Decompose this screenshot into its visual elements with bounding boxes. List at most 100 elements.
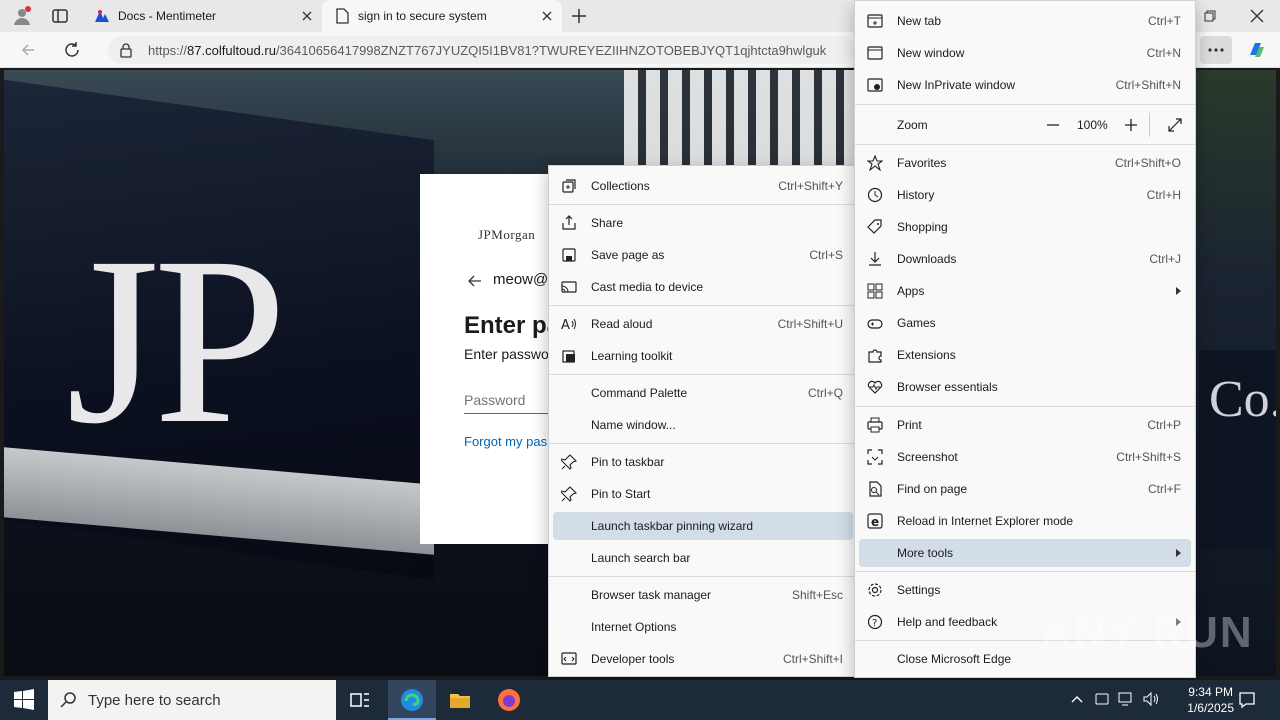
- lock-icon[interactable]: [118, 42, 134, 58]
- refresh-icon[interactable]: [63, 41, 81, 59]
- tab-actions-icon[interactable]: [50, 6, 70, 26]
- menu-item-browser-essentials[interactable]: Browser essentials: [859, 373, 1191, 401]
- zoom-value: 100%: [1077, 118, 1108, 132]
- menu-item-learning-toolkit[interactable]: Learning toolkit: [553, 342, 853, 370]
- menu-item-developer-tools[interactable]: Developer tools Ctrl+Shift+I: [553, 645, 853, 673]
- network-icon[interactable]: [1118, 691, 1136, 707]
- menu-item-new-tab[interactable]: New tab Ctrl+T: [859, 7, 1191, 35]
- menu-item-screenshot[interactable]: Screenshot Ctrl+Shift+S: [859, 443, 1191, 471]
- menu-item-pin-to-taskbar[interactable]: Pin to taskbar: [553, 448, 853, 476]
- restore-icon[interactable]: [1202, 8, 1218, 24]
- pin-icon: [561, 454, 577, 470]
- menu-item-reload-ie-mode[interactable]: e Reload in Internet Explorer mode: [859, 507, 1191, 535]
- menu-item-save-page-as[interactable]: Save page as Ctrl+S: [553, 241, 853, 269]
- back-icon[interactable]: [20, 42, 36, 58]
- menu-item-internet-options[interactable]: Internet Options: [553, 613, 853, 641]
- taskbar-edge-button[interactable]: [388, 680, 436, 720]
- copilot-icon[interactable]: [1246, 39, 1268, 61]
- back-arrow-icon[interactable]: [468, 274, 482, 288]
- more-tools-submenu: Collections Ctrl+Shift+Y Share Save page…: [548, 165, 858, 677]
- menu-item-favorites[interactable]: Favorites Ctrl+Shift+O: [859, 149, 1191, 177]
- menu-item-settings[interactable]: Settings: [859, 576, 1191, 604]
- settings-menu: New tab Ctrl+T New window Ctrl+N New InP…: [854, 0, 1196, 678]
- menu-item-new-window[interactable]: New window Ctrl+N: [859, 39, 1191, 67]
- close-tab-icon[interactable]: [540, 9, 554, 23]
- page-icon: [334, 8, 350, 24]
- collections-icon: [561, 178, 577, 194]
- menu-item-find-on-page[interactable]: Find on page Ctrl+F: [859, 475, 1191, 503]
- svg-text:e: e: [871, 515, 879, 529]
- find-icon: [867, 481, 883, 497]
- apps-icon: [867, 283, 883, 299]
- heart-pulse-icon: [867, 379, 883, 395]
- svg-text:?: ?: [872, 618, 877, 629]
- zoom-label: Zoom: [897, 118, 928, 132]
- menu-item-history[interactable]: History Ctrl+H: [859, 181, 1191, 209]
- puzzle-icon: [867, 347, 883, 363]
- taskbar-search[interactable]: Type here to search: [48, 680, 336, 720]
- screenshot-icon: [867, 449, 883, 465]
- file-explorer-icon[interactable]: [448, 688, 472, 712]
- fullscreen-icon[interactable]: [1167, 117, 1183, 133]
- menu-item-launch-search-bar[interactable]: Launch search bar: [553, 544, 853, 572]
- pin-icon: [561, 486, 577, 502]
- menu-item-print[interactable]: Print Ctrl+P: [859, 411, 1191, 439]
- menu-item-collections[interactable]: Collections Ctrl+Shift+Y: [553, 172, 853, 200]
- gamepad-icon: [867, 315, 883, 331]
- help-icon: ?: [867, 614, 883, 630]
- forgot-password-link[interactable]: Forgot my pas: [464, 434, 547, 449]
- new-tab-plus-icon[interactable]: [570, 7, 588, 25]
- background-co-letters: Co.: [1209, 371, 1276, 428]
- meet-now-icon[interactable]: [1094, 691, 1110, 707]
- background-building: [624, 70, 864, 170]
- menu-item-extensions[interactable]: Extensions: [859, 341, 1191, 369]
- notification-icon[interactable]: [1238, 691, 1256, 709]
- tab-docs-mentimeter[interactable]: Docs - Mentimeter: [84, 0, 322, 32]
- menu-item-browser-task-manager[interactable]: Browser task manager Shift+Esc: [553, 581, 853, 609]
- account-email: meow@: [493, 271, 549, 288]
- menu-item-downloads[interactable]: Downloads Ctrl+J: [859, 245, 1191, 273]
- menu-item-name-window[interactable]: Name window...: [553, 411, 853, 439]
- subtitle: Enter passwo: [464, 346, 549, 362]
- cast-icon: [561, 279, 577, 295]
- menu-item-more-tools[interactable]: More tools: [859, 539, 1191, 567]
- address-bar[interactable]: https://87.colfultoud.ru/36410656417998Z…: [108, 36, 856, 64]
- mentimeter-icon: [94, 8, 110, 24]
- history-icon: [867, 187, 883, 203]
- save-icon: [561, 247, 577, 263]
- chevron-up-icon[interactable]: [1070, 694, 1084, 704]
- menu-item-cast-media[interactable]: Cast media to device: [553, 273, 853, 301]
- close-tab-icon[interactable]: [300, 9, 314, 23]
- more-dots-icon: [1208, 48, 1224, 52]
- menu-item-new-inprivate-window[interactable]: New InPrivate window Ctrl+Shift+N: [859, 71, 1191, 99]
- password-field[interactable]: [464, 386, 560, 414]
- menu-item-apps[interactable]: Apps: [859, 277, 1191, 305]
- clock[interactable]: 9:34 PM 1/6/2025: [1187, 684, 1234, 716]
- profile-icon[interactable]: [12, 6, 32, 26]
- tab-sign-in[interactable]: sign in to secure system: [322, 0, 562, 32]
- menu-item-command-palette[interactable]: Command Palette Ctrl+Q: [553, 379, 853, 407]
- chevron-right-icon: [1176, 287, 1181, 295]
- share-icon: [561, 215, 577, 231]
- menu-item-shopping[interactable]: Shopping: [859, 213, 1191, 241]
- firefox-icon[interactable]: [497, 688, 521, 712]
- menu-item-share[interactable]: Share: [553, 209, 853, 237]
- search-placeholder: Type here to search: [88, 692, 221, 709]
- task-view-icon[interactable]: [348, 688, 372, 712]
- clock-date: 1/6/2025: [1187, 701, 1234, 715]
- tab-title: sign in to secure system: [358, 9, 487, 23]
- zoom-row: Zoom 100%: [859, 109, 1191, 141]
- menu-item-read-aloud[interactable]: A Read aloud Ctrl+Shift+U: [553, 310, 853, 338]
- zoom-in-button[interactable]: [1123, 117, 1139, 133]
- menu-item-pin-to-start[interactable]: Pin to Start: [553, 480, 853, 508]
- tag-icon: [867, 219, 883, 235]
- volume-icon[interactable]: [1142, 691, 1160, 707]
- zoom-out-button[interactable]: [1045, 117, 1061, 133]
- menu-item-games[interactable]: Games: [859, 309, 1191, 337]
- brand-logo-text: JPMorgan: [478, 227, 536, 242]
- new-window-icon: [867, 45, 883, 61]
- settings-more-button[interactable]: [1200, 36, 1232, 64]
- windows-start-icon[interactable]: [12, 688, 36, 712]
- close-window-icon[interactable]: [1249, 8, 1265, 24]
- menu-item-launch-taskbar-pinning-wizard[interactable]: Launch taskbar pinning wizard: [553, 512, 853, 540]
